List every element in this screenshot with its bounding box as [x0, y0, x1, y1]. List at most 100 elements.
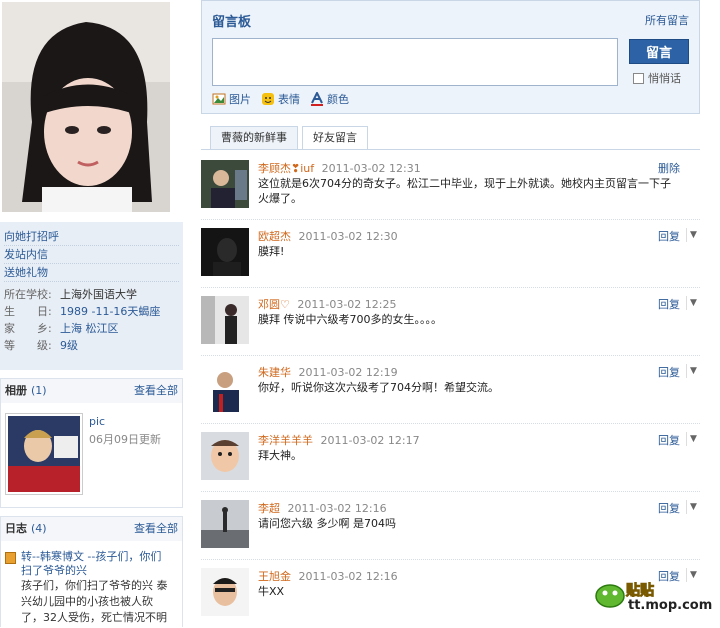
post-message-button[interactable]: 留言: [629, 39, 689, 64]
comment-time: 2011-03-02 12:30: [298, 230, 398, 243]
site-watermark: 贴贴 tt.mop.com: [594, 578, 714, 618]
commenter-avatar[interactable]: [201, 568, 249, 616]
info-value[interactable]: 9级: [60, 337, 78, 354]
message-input[interactable]: [212, 38, 618, 86]
info-value[interactable]: 上海 松江区: [60, 320, 119, 337]
comment-header: 李洋羊羊羊 2011-03-02 12:17: [258, 432, 420, 448]
insert-picture-button[interactable]: 图片: [212, 91, 251, 107]
comment-time: 2011-03-02 12:17: [320, 434, 420, 447]
comment-header: 李超 2011-03-02 12:16: [258, 500, 387, 516]
album-title: 相册: [5, 384, 27, 397]
reply-link[interactable]: 回复: [658, 364, 680, 380]
comment-text: 你好，听说你这次六级考了704分啊！希望交流。: [258, 381, 499, 394]
comment-item: 李顾杰❣iuf 2011-03-02 12:31 这位就是6次704分的奇女子。…: [201, 152, 700, 220]
album-header: 相册 (1) 查看全部: [1, 379, 182, 403]
reply-link[interactable]: 回复: [658, 296, 680, 312]
comment-time: 2011-03-02 12:25: [297, 298, 397, 311]
commenter-avatar[interactable]: [201, 500, 249, 548]
blog-post-title-link[interactable]: 转--韩寒博文 --孩子们，你们扫了爷爷的兴: [21, 550, 171, 578]
picture-label: 图片: [229, 93, 251, 106]
comment-text: 这位就是6次704分的奇女子。松江二中毕业，现于上外就读。她校内主页留言一下子火…: [258, 177, 671, 205]
chevron-down-icon[interactable]: ▼: [686, 296, 700, 310]
color-icon: [310, 90, 324, 106]
blog-title: 日志: [5, 522, 27, 535]
commenter-avatar[interactable]: [201, 364, 249, 412]
album-item-date: 06月09日更新: [89, 433, 161, 446]
comment-list: 李顾杰❣iuf 2011-03-02 12:31 这位就是6次704分的奇女子。…: [201, 152, 700, 628]
comment-header: 李顾杰❣iuf 2011-03-02 12:31: [258, 160, 421, 176]
comment-time: 2011-03-02 12:16: [298, 570, 398, 583]
info-school: 所在学校: 上海外国语大学: [4, 286, 179, 303]
info-birthday: 生 日: 1989 -11-16天蝎座: [4, 303, 179, 320]
album-item-name[interactable]: pic: [89, 415, 105, 428]
comment-header: 欧超杰 2011-03-02 12:30: [258, 228, 398, 244]
comment-time: 2011-03-02 12:16: [287, 502, 387, 515]
emoticon-icon: [261, 92, 275, 106]
blog-count: (4): [31, 522, 47, 535]
chevron-down-icon[interactable]: ▼: [686, 364, 700, 378]
profile-photo[interactable]: [2, 2, 170, 212]
comment-item: 李超 2011-03-02 12:16 请问您六级 多少啊 是704吗 回复 ▼: [201, 492, 700, 560]
insert-emoticon-button[interactable]: 表情: [261, 91, 300, 107]
info-value[interactable]: 1989 -11-16天蝎座: [60, 303, 160, 320]
commenter-name-link[interactable]: 李顾杰❣iuf: [258, 162, 314, 175]
profile-sidebar: 向她打招呼 发站内信 送她礼物 所在学校: 上海外国语大学 生 日: 1989 …: [0, 0, 183, 627]
reply-link[interactable]: 回复: [658, 500, 680, 516]
send-message-link[interactable]: 发站内信: [4, 246, 179, 264]
comment-header: 王旭金 2011-03-02 12:16: [258, 568, 398, 584]
commenter-name-link[interactable]: 王旭金: [258, 570, 291, 583]
whisper-label: 悄悄话: [648, 72, 681, 85]
board-title: 留言板: [212, 15, 252, 30]
commenter-avatar[interactable]: [201, 228, 249, 276]
chevron-down-icon[interactable]: ▼: [686, 228, 700, 242]
album-thumbnail[interactable]: [5, 413, 83, 495]
tab-friend-messages[interactable]: 好友留言: [302, 126, 368, 150]
send-gift-link[interactable]: 送她礼物: [4, 264, 179, 282]
info-label: 所在学校:: [4, 288, 52, 301]
comment-item: 欧超杰 2011-03-02 12:30 膜拜! 回复 ▼: [201, 220, 700, 288]
emoticon-label: 表情: [278, 93, 300, 106]
comment-text: 请问您六级 多少啊 是704吗: [258, 517, 396, 530]
commenter-name-link[interactable]: 欧超杰: [258, 230, 291, 243]
text-color-button[interactable]: 颜色: [310, 90, 349, 107]
whisper-toggle[interactable]: 悄悄话: [633, 70, 681, 86]
delete-comment-link[interactable]: 删除: [658, 160, 680, 176]
comment-text: 拜大神。: [258, 449, 302, 462]
comment-item: 朱建华 2011-03-02 12:19 你好，听说你这次六级考了704分啊！希…: [201, 356, 700, 424]
reply-link[interactable]: 回复: [658, 228, 680, 244]
blog-section: 日志 (4) 查看全部 转--韩寒博文 --孩子们，你们扫了爷爷的兴 孩子们，你们…: [0, 516, 183, 627]
album-view-all-link[interactable]: 查看全部: [134, 379, 178, 403]
profile-actions-panel: 向她打招呼 发站内信 送她礼物 所在学校: 上海外国语大学 生 日: 1989 …: [0, 222, 183, 370]
info-hometown: 家 乡: 上海 松江区: [4, 320, 179, 337]
info-level: 等 级: 9级: [4, 337, 179, 354]
comment-header: 朱建华 2011-03-02 12:19: [258, 364, 398, 380]
chevron-down-icon[interactable]: ▼: [686, 432, 700, 446]
chevron-down-icon[interactable]: ▼: [686, 500, 700, 514]
commenter-name-link[interactable]: 李洋羊羊羊: [258, 434, 313, 447]
comment-header: 邓圆♡ 2011-03-02 12:25: [258, 296, 397, 312]
tab-news-feed[interactable]: 曹薇的新鲜事: [210, 126, 298, 150]
blog-post-excerpt: 孩子们，你们扫了爷爷的兴 泰兴幼儿园中的小孩也被人砍了，32人受伤，死亡情况不明…: [21, 579, 168, 624]
watermark-site: tt.mop.com: [628, 598, 713, 613]
comment-item: 李洋羊羊羊 2011-03-02 12:17 拜大神。 回复 ▼: [201, 424, 700, 492]
tabs-divider: [201, 149, 700, 150]
feed-tabs: 曹薇的新鲜事 好友留言: [210, 126, 372, 150]
blog-view-all-link[interactable]: 查看全部: [134, 517, 178, 541]
whisper-checkbox[interactable]: [633, 72, 644, 84]
commenter-name-link[interactable]: 邓圆♡: [258, 298, 290, 311]
all-messages-link[interactable]: 所有留言: [645, 12, 689, 28]
comment-time: 2011-03-02 12:19: [298, 366, 398, 379]
commenter-name-link[interactable]: 李超: [258, 502, 280, 515]
watermark-brand: 贴贴: [626, 583, 655, 600]
reply-link[interactable]: 回复: [658, 432, 680, 448]
commenter-avatar[interactable]: [201, 160, 249, 208]
message-board: 留言板 所有留言 留言 悄悄话 图片 表情 颜色: [201, 0, 700, 114]
info-value: 上海外国语大学: [60, 288, 137, 301]
album-section: 相册 (1) 查看全部 pic 06月09日更新: [0, 378, 183, 508]
blog-header: 日志 (4) 查看全部: [1, 517, 182, 541]
commenter-name-link[interactable]: 朱建华: [258, 366, 291, 379]
comment-text: 膜拜 传说中六级考700多的女生。。。。: [258, 313, 442, 326]
commenter-avatar[interactable]: [201, 296, 249, 344]
greet-link[interactable]: 向她打招呼: [4, 228, 179, 246]
commenter-avatar[interactable]: [201, 432, 249, 480]
